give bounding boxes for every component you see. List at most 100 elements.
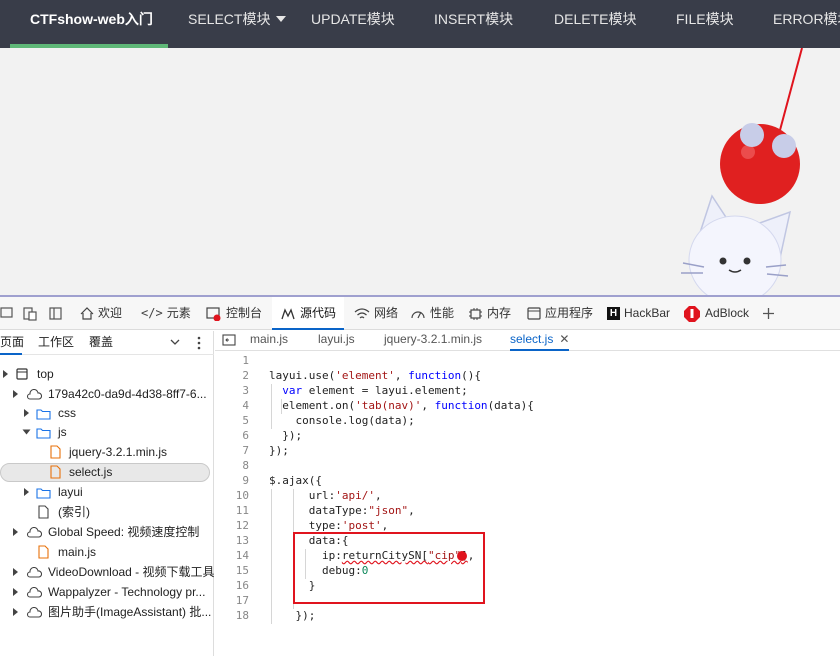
nav-item-insert[interactable]: INSERT模块 xyxy=(434,0,513,48)
tab-network[interactable]: 网络 xyxy=(354,297,398,330)
nav-item-error[interactable]: ERROR模块 xyxy=(773,0,840,48)
line-number: 6 xyxy=(242,429,249,442)
tab-sources-label: 源代码 xyxy=(300,306,337,320)
tree-item-layui[interactable]: layui xyxy=(0,482,214,502)
performance-icon xyxy=(411,311,425,319)
nav-item-file[interactable]: FILE模块 xyxy=(676,0,734,48)
add-tab-icon[interactable] xyxy=(762,307,775,320)
tab-overrides[interactable]: 覆盖 xyxy=(89,331,113,355)
tab-network-label: 网络 xyxy=(374,306,399,320)
tree-item-global-speed[interactable]: Global Speed: 视频速度控制 xyxy=(0,522,214,542)
folder-icon xyxy=(36,488,51,499)
cloud-icon xyxy=(26,587,42,598)
screen: CTFshow-web入门 SELECT模块 UPDATE模块 INSERT模块… xyxy=(0,0,840,656)
code-line: url:'api/', xyxy=(269,489,382,502)
chevron-down-icon[interactable] xyxy=(170,339,180,346)
top-navigation-bar: CTFshow-web入门 SELECT模块 UPDATE模块 INSERT模块… xyxy=(0,0,840,48)
editor-tab-main-js[interactable]: main.js xyxy=(250,331,288,351)
dock-side-icon[interactable] xyxy=(49,307,62,320)
code-line: type:'post', xyxy=(269,519,389,532)
line-number: 16 xyxy=(235,579,249,592)
editor-tab-layui-js[interactable]: layui.js xyxy=(318,331,355,351)
code-line: layui.use('element', function(){ xyxy=(269,369,481,382)
line-number: 18 xyxy=(235,609,249,622)
nav-item-select[interactable]: SELECT模块 xyxy=(188,0,287,48)
tree-item-video-download[interactable]: VideoDownload - 视频下载工具 xyxy=(0,562,214,582)
adblock-icon xyxy=(684,305,700,322)
js-file-icon xyxy=(38,545,49,559)
editor-tabs: main.js layui.js jquery-3.2.1.min.js sel… xyxy=(215,331,840,351)
sources-navigator: 页面 工作区 覆盖 top 179a42c0-da9d-4d38-8ff7-6.… xyxy=(0,331,214,656)
tab-application[interactable]: 应用程序 xyxy=(527,297,593,330)
console-icon xyxy=(206,307,221,321)
line-number: 4 xyxy=(242,399,249,412)
tree-item-select-file[interactable]: select.js xyxy=(0,462,214,482)
expand-arrow-icon xyxy=(13,528,18,536)
cloud-icon xyxy=(26,389,42,400)
code-line: dataType:"json", xyxy=(269,504,415,517)
nav-item-ctfshow-web[interactable]: CTFshow-web入门 xyxy=(30,0,153,48)
cloud-icon xyxy=(26,567,42,578)
line-number: 1 xyxy=(242,354,249,367)
more-options-icon[interactable] xyxy=(197,336,201,350)
tab-console-label: 控制台 xyxy=(226,306,263,320)
tree-item-main-js[interactable]: main.js xyxy=(0,542,214,562)
code-line: }); xyxy=(269,609,316,622)
tab-welcome[interactable]: 欢迎 xyxy=(80,297,122,330)
tree-item-label: 179a42c0-da9d-4d38-8ff7-6... xyxy=(48,387,207,401)
line-number: 10 xyxy=(235,489,249,502)
tree-item-js[interactable]: js xyxy=(0,422,214,442)
folder-icon xyxy=(36,428,51,439)
tab-workspace[interactable]: 工作区 xyxy=(38,331,74,355)
tree-item-label: layui xyxy=(58,485,83,499)
tab-page[interactable]: 页面 xyxy=(0,331,24,355)
expand-arrow-icon xyxy=(13,390,18,398)
editor-tab-select-js[interactable]: select.js ✕ xyxy=(510,331,570,351)
hackbar-icon: H xyxy=(607,307,620,321)
inspect-element-icon[interactable] xyxy=(0,307,13,320)
code-line: var element = layui.element; xyxy=(282,384,468,397)
nav-item-update[interactable]: UPDATE模块 xyxy=(311,0,395,48)
editor-tab-label: select.js xyxy=(510,332,554,346)
tab-memory[interactable]: 内存 xyxy=(468,297,511,330)
close-icon[interactable]: ✕ xyxy=(559,332,569,346)
memory-icon xyxy=(469,307,482,320)
nav-item-delete[interactable]: DELETE模块 xyxy=(554,0,636,48)
devtools-toolbar: 欢迎 </> 元素 控制台 源代码 网络 性能 内存 应用程序 H HackBar … xyxy=(0,297,840,330)
window-icon xyxy=(16,368,28,380)
editor-tab-jquery-js[interactable]: jquery-3.2.1.min.js xyxy=(384,331,482,351)
device-emulation-icon[interactable] xyxy=(23,307,37,321)
tree-item-jquery-file[interactable]: jquery-3.2.1.min.js xyxy=(0,442,214,462)
tree-item-label: (索引) xyxy=(58,505,90,519)
chevron-down-icon xyxy=(276,16,287,22)
line-number: 13 xyxy=(235,534,249,547)
tree-item-wappalyzer[interactable]: Wappalyzer - Technology pr... xyxy=(0,582,214,602)
js-file-icon xyxy=(50,445,61,459)
tab-hackbar[interactable]: H HackBar xyxy=(607,297,670,330)
application-icon xyxy=(527,307,541,320)
code-line: }); xyxy=(269,444,289,457)
toggle-navigator-icon[interactable] xyxy=(222,334,236,346)
tree-item-index[interactable]: (索引) xyxy=(0,502,214,522)
line-number: 12 xyxy=(235,519,249,532)
tab-elements-label: 元素 xyxy=(166,306,191,320)
tree-item-origin[interactable]: 179a42c0-da9d-4d38-8ff7-6... xyxy=(0,384,214,404)
tab-hackbar-label: HackBar xyxy=(624,306,671,320)
code-line: console.log(data); xyxy=(269,414,415,427)
tree-item-image-assistant[interactable]: 图片助手(ImageAssistant) 批... xyxy=(0,602,214,622)
line-number: 7 xyxy=(242,444,249,457)
tab-console[interactable]: 控制台 xyxy=(206,297,262,330)
navigator-tabs: 页面 工作区 覆盖 xyxy=(0,331,214,355)
tab-adblock-label: AdBlock xyxy=(705,306,750,320)
tab-adblock[interactable]: AdBlock xyxy=(683,297,749,330)
tab-elements[interactable]: </> 元素 xyxy=(141,297,191,330)
cat-mascot-illustration xyxy=(681,47,803,305)
tree-item-label: VideoDownload - 视频下载工具 xyxy=(48,565,214,579)
tab-performance[interactable]: 性能 xyxy=(410,297,454,330)
code-content: 1 2 3 4 5 6 7 8 9 10 11 12 13 14 15 16 1… xyxy=(215,351,840,656)
tab-memory-label: 内存 xyxy=(487,306,512,320)
tree-item-css[interactable]: css xyxy=(0,403,214,423)
tree-item-top[interactable]: top xyxy=(0,364,214,384)
tree-item-label: top xyxy=(37,367,54,381)
tab-sources[interactable]: 源代码 xyxy=(272,297,345,330)
